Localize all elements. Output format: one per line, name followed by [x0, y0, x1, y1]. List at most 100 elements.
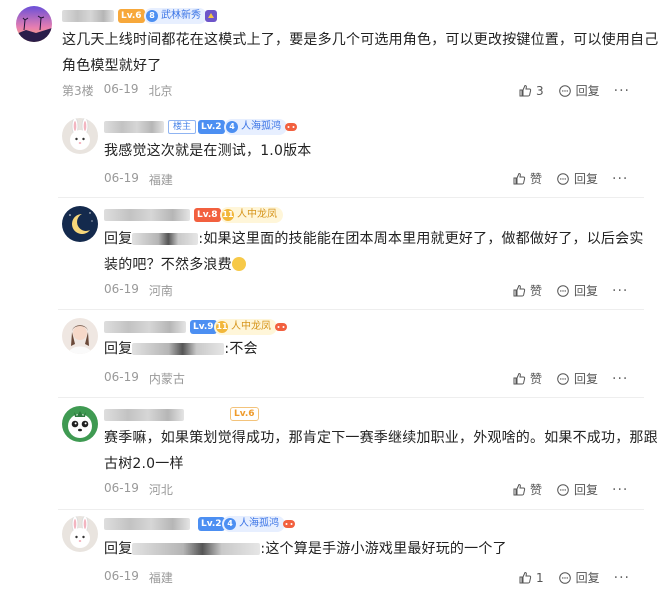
reply-label: 回复: [574, 372, 599, 386]
user-avatar[interactable]: [62, 318, 98, 354]
comment-text-line: 回复:不会: [104, 336, 258, 362]
comment-text-line: 装的吧？不然多浪费: [104, 252, 644, 278]
user-avatar[interactable]: [62, 206, 98, 242]
tag-label: 人海孤鸿: [239, 518, 279, 529]
like-button[interactable]: 赞: [512, 481, 542, 498]
more-options-button[interactable]: ···: [614, 570, 630, 586]
location: 福建: [148, 571, 173, 585]
like-button[interactable]: 赞: [512, 282, 542, 299]
more-options-button[interactable]: ···: [612, 371, 628, 387]
user-avatar[interactable]: [16, 6, 52, 42]
mentioned-user[interactable]: [132, 233, 199, 245]
like-button[interactable]: 赞: [512, 370, 542, 387]
like-button[interactable]: 1: [518, 571, 544, 585]
main-comment: Lv.6 8 武林新秀 这几天上线时间都花在这模式上了，要是多几个可选用角色，可…: [0, 0, 666, 108]
comment-text-line: 这几天上线时间都花在这模式上了，要是多几个可选用角色，可以更改按键位置，可以使用…: [62, 32, 659, 48]
reply-label: 回复: [574, 483, 599, 497]
reply-prefix: 回复: [104, 231, 133, 247]
date: 06-19: [103, 82, 139, 96]
username[interactable]: [62, 10, 114, 22]
reply-text: :如果这里面的技能能在团本周本里用就更好了，做都做好了，以后会实: [198, 231, 644, 247]
reply-icon: [557, 483, 569, 496]
level-badge: Lv.8: [194, 208, 221, 222]
more-options-button[interactable]: ···: [614, 83, 630, 99]
username[interactable]: [104, 121, 164, 133]
comment-text-line: 回复 :这个算是手游小游戏里最好玩的一个了: [104, 536, 507, 562]
comment-meta: 06-19 内蒙古: [104, 370, 185, 387]
reply-button[interactable]: 回复: [558, 569, 600, 586]
mentioned-user[interactable]: [132, 343, 225, 355]
location: 北京: [148, 84, 173, 98]
comment-text-line: 赛季嘛，如果策划觉得成功，那肯定下一赛季继续加职业，外观啥的。如果不成功，那跟: [104, 430, 658, 446]
user-avatar[interactable]: [62, 406, 98, 442]
user-avatar[interactable]: [62, 118, 98, 154]
tag-icon: 11: [222, 209, 234, 221]
reply-button[interactable]: 回复: [556, 370, 598, 387]
username[interactable]: [104, 321, 186, 333]
username[interactable]: [104, 518, 190, 530]
floor-number: 第3楼: [62, 84, 94, 98]
title-tag: 8 武林新秀: [144, 8, 207, 24]
comment-actions: 3 回复 ···: [518, 82, 630, 99]
medal-icon: [205, 10, 217, 22]
thumbs-up-icon: [513, 284, 526, 296]
thumbs-up-icon: [513, 483, 526, 495]
reply-icon: [557, 172, 569, 185]
reply-label: 回复: [574, 284, 599, 298]
game-icon: [285, 123, 297, 131]
reply-button[interactable]: 回复: [558, 82, 600, 99]
comment-text-line: 我感觉这次就是在测试，1.0版本: [104, 143, 312, 159]
comment-text-line: 古树2.0一样: [104, 456, 184, 472]
more-options-button[interactable]: ···: [612, 482, 628, 498]
like-count: 1: [536, 570, 544, 585]
user-avatar[interactable]: [62, 516, 98, 552]
reply-item: Lv.9 11 人中龙凤 回复:不会 06-19 内蒙古 赞 回复 ···: [58, 310, 666, 398]
reply-icon: [557, 284, 569, 297]
tag-label: 人海孤鸿: [241, 121, 281, 132]
comment-text: 这几天上线时间都花在这模式上了，要是多几个可选用角色，可以更改按键位置，可以使用…: [62, 27, 658, 79]
reply-prefix: 回复: [104, 541, 133, 557]
reply-button[interactable]: 回复: [556, 481, 598, 498]
level-badge: Lv.9: [190, 320, 217, 334]
like-button[interactable]: 3: [518, 84, 544, 98]
location: 内蒙古: [148, 372, 185, 386]
tag-label: 人中龙凤: [231, 321, 271, 332]
reply-icon: [557, 372, 569, 385]
reply-text: :这个算是手游小游戏里最好玩的一个了: [260, 541, 507, 557]
title-tag: 4 人海孤鸿: [224, 119, 287, 135]
like-button[interactable]: 赞: [512, 170, 542, 187]
game-icon: [275, 323, 287, 331]
comment-actions: 赞 回复 ···: [512, 282, 628, 299]
reply-label: 回复: [575, 571, 600, 585]
reply-item: Lv.6 赛季嘛，如果策划觉得成功，那肯定下一赛季继续加职业，外观啥的。如果不成…: [58, 398, 666, 510]
reply-label: 回复: [575, 84, 600, 98]
tag-icon: 4: [224, 518, 236, 530]
reply-button[interactable]: 回复: [556, 282, 598, 299]
reply-text: :不会: [224, 341, 258, 357]
more-options-button[interactable]: ···: [612, 171, 628, 187]
comment-meta: 06-19 河北: [104, 481, 173, 498]
username[interactable]: [104, 409, 184, 421]
reply-icon: [558, 571, 571, 584]
tag-icon: 4: [226, 121, 238, 133]
level-badge: Lv.6: [118, 9, 145, 23]
like-label: 赞: [530, 284, 543, 298]
date: 06-19: [104, 481, 139, 495]
thumbs-up-icon: [519, 84, 532, 96]
date: 06-19: [104, 569, 139, 583]
tag-icon: 11: [216, 321, 228, 333]
game-icon: [283, 520, 295, 528]
mentioned-user[interactable]: [132, 543, 261, 555]
reply-text: 装的吧？不然多浪费: [104, 257, 232, 273]
comment-text: 我感觉这次就是在测试，1.0版本: [104, 138, 311, 164]
op-badge: 楼主: [168, 120, 197, 134]
more-options-button[interactable]: ···: [612, 283, 628, 299]
like-label: 赞: [530, 372, 543, 386]
like-label: 赞: [530, 483, 543, 497]
reply-button[interactable]: 回复: [556, 170, 598, 187]
username[interactable]: [104, 209, 190, 221]
reply-label: 回复: [574, 172, 599, 186]
location: 河北: [148, 483, 173, 497]
comment-meta: 06-19 河南: [104, 282, 173, 299]
thumbs-up-icon: [513, 172, 526, 184]
